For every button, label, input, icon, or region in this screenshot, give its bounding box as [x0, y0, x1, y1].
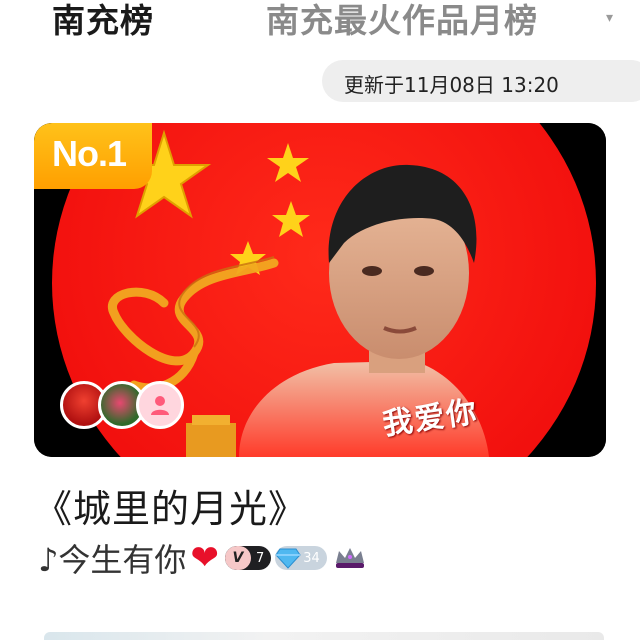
- diamond-level: 34: [303, 550, 320, 566]
- crown-icon: [335, 548, 364, 568]
- header-tabs: 南充榜 南充最火作品月榜 ▾: [0, 0, 640, 46]
- top-work-banner[interactable]: No.1 我爱你: [34, 123, 606, 457]
- chevron-down-icon[interactable]: ▾: [606, 10, 613, 26]
- vip-letter: V: [224, 546, 251, 570]
- tab-nanchong-rank[interactable]: 南充榜: [52, 0, 154, 42]
- author-row[interactable]: ♪今生有你 ❤ V 7 34: [38, 536, 367, 580]
- update-time-text: 更新于11月08日 13:20: [344, 73, 559, 97]
- author-name[interactable]: ♪今生有你: [38, 535, 186, 581]
- person-icon: [151, 396, 169, 415]
- update-time-badge: 更新于11月08日 13:20: [322, 60, 640, 102]
- song-title[interactable]: 《城里的月光》: [34, 478, 307, 533]
- user-icon[interactable]: [136, 381, 184, 429]
- vip-level-badge: V 7: [224, 546, 272, 570]
- ranking-page: 南充榜 南充最火作品月榜 ▾ 更新于11月08日 13:20 No.1 我爱你 …: [0, 0, 640, 640]
- tab-monthly-rank[interactable]: 南充最火作品月榜: [266, 0, 538, 42]
- vip-level: 7: [255, 550, 265, 566]
- heart-icon: ❤: [190, 538, 219, 578]
- rank-badge: No.1: [34, 123, 152, 189]
- diamond-icon: [275, 548, 301, 569]
- fan-avatars[interactable]: [60, 381, 200, 431]
- diamond-level-badge: 34: [275, 546, 327, 570]
- next-item-preview[interactable]: [44, 632, 604, 640]
